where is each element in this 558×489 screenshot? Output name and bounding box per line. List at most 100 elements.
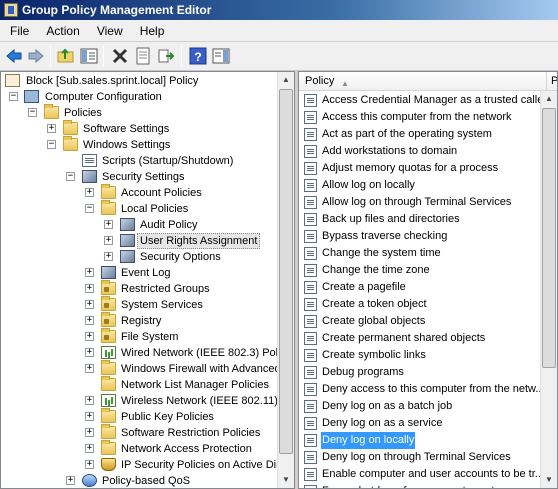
scroll-thumb[interactable] <box>542 108 556 368</box>
collapse-toggle[interactable]: − <box>47 140 56 149</box>
collapse-toggle[interactable]: − <box>66 172 75 181</box>
expand-toggle[interactable]: + <box>47 124 56 133</box>
policy-setting-icon <box>304 162 317 175</box>
scroll-up-arrow-icon[interactable]: ▲ <box>278 72 294 88</box>
policy-row[interactable]: Force shutdown from a remote systemN <box>301 483 557 488</box>
locked-folder-icon <box>101 280 116 295</box>
console-tree[interactable]: Block [Sub.sales.sprint.local] Policy − … <box>0 71 295 489</box>
expand-toggle[interactable]: + <box>85 188 94 197</box>
column-header-policy[interactable]: Policy ▲ <box>299 72 547 91</box>
tree-item-label: Account Policies <box>121 187 202 199</box>
properties-icon[interactable] <box>134 47 152 65</box>
expand-toggle[interactable]: + <box>85 444 94 453</box>
expand-toggle[interactable]: + <box>85 396 94 405</box>
expand-toggle[interactable]: + <box>85 412 94 421</box>
expand-toggle[interactable]: + <box>85 284 94 293</box>
audit-policy-icon <box>120 218 135 231</box>
tree-item-label: Security Settings <box>102 171 185 183</box>
policy-row[interactable]: Act as part of the operating systemN <box>301 126 557 143</box>
policy-row[interactable]: Debug programsN <box>301 364 557 381</box>
collapse-toggle[interactable]: − <box>9 92 18 101</box>
policy-row[interactable]: Create symbolic linksN <box>301 347 557 364</box>
security-options-icon <box>120 250 135 263</box>
list-scrollbar[interactable]: ▲ ▼ <box>540 91 557 488</box>
locked-folder-icon <box>101 328 116 343</box>
expand-toggle[interactable]: + <box>85 332 94 341</box>
list-header: Policy ▲ P <box>299 72 557 91</box>
forward-arrow-icon[interactable] <box>27 47 45 65</box>
menu-action[interactable]: Action <box>39 20 86 42</box>
policy-row[interactable]: Access Credential Manager as a trusted c… <box>301 92 557 109</box>
details-pane[interactable]: Policy ▲ P Access Credential Manager as … <box>298 71 558 489</box>
policy-row[interactable]: Deny log on through Terminal ServicesN <box>301 449 557 466</box>
toolbar-separator <box>181 46 182 66</box>
policy-row[interactable]: Change the time zoneN <box>301 262 557 279</box>
policy-row[interactable]: Deny access to this computer from the ne… <box>301 381 557 398</box>
policy-name: Create permanent shared objects <box>322 332 486 344</box>
policy-row[interactable]: Add workstations to domainN <box>301 143 557 160</box>
policy-row[interactable]: Bypass traverse checkingN <box>301 228 557 245</box>
expand-toggle[interactable]: + <box>85 428 94 437</box>
folder-icon <box>63 120 78 135</box>
tree-item-label: Local Policies <box>121 203 189 215</box>
expand-toggle[interactable]: + <box>85 268 94 277</box>
policy-row[interactable]: Deny log on locallyS <box>301 432 557 449</box>
scroll-down-arrow-icon[interactable]: ▼ <box>278 472 294 488</box>
policy-name: Deny log on as a service <box>322 417 443 429</box>
policy-row[interactable]: Allow log on through Terminal ServicesN <box>301 194 557 211</box>
tree-item-label: System Services <box>121 299 203 311</box>
menu-help[interactable]: Help <box>133 20 172 42</box>
wireless-network-icon <box>101 394 116 407</box>
policy-row[interactable]: Back up files and directoriesN <box>301 211 557 228</box>
expand-toggle[interactable]: + <box>104 236 113 245</box>
policy-name: Bypass traverse checking <box>322 230 448 242</box>
policy-row[interactable]: Access this computer from the networkN <box>301 109 557 126</box>
policy-name: Deny log on locally <box>321 432 416 449</box>
delete-icon[interactable] <box>111 47 129 65</box>
policy-row[interactable]: Deny log on as a serviceN <box>301 415 557 432</box>
export-list-icon[interactable] <box>157 47 175 65</box>
policy-row[interactable]: Create global objectsN <box>301 313 557 330</box>
show-action-pane-icon[interactable] <box>212 47 230 65</box>
collapse-toggle[interactable]: − <box>28 108 37 117</box>
scroll-down-arrow-icon[interactable]: ▼ <box>541 472 557 488</box>
tree-item-label: IP Security Policies on Active Dire <box>121 459 286 471</box>
expand-toggle[interactable]: + <box>85 364 94 373</box>
policy-setting-icon <box>304 434 317 447</box>
locked-folder-icon <box>101 296 116 311</box>
policy-row[interactable]: Enable computer and user accounts to be … <box>301 466 557 483</box>
menu-file[interactable]: File <box>3 20 36 42</box>
folder-icon <box>63 136 78 151</box>
policy-row[interactable]: Create a pagefileN <box>301 279 557 296</box>
column-header-policy-setting[interactable]: P <box>547 72 557 91</box>
expand-toggle[interactable]: + <box>85 348 94 357</box>
show-hide-tree-icon[interactable] <box>80 47 98 65</box>
policy-row[interactable]: Deny log on as a batch jobN <box>301 398 557 415</box>
policy-setting-icon <box>304 281 317 294</box>
up-folder-icon[interactable] <box>57 47 75 65</box>
menu-view[interactable]: View <box>90 20 130 42</box>
policy-row[interactable]: Create permanent shared objectsN <box>301 330 557 347</box>
policy-name: Adjust memory quotas for a process <box>322 162 499 174</box>
policy-row[interactable]: Create a token objectN <box>301 296 557 313</box>
collapse-toggle[interactable]: − <box>85 204 94 213</box>
scroll-thumb[interactable] <box>279 89 293 454</box>
expand-toggle[interactable]: + <box>85 316 94 325</box>
tree-scrollbar[interactable]: ▲ ▼ <box>277 72 294 488</box>
scroll-up-arrow-icon[interactable]: ▲ <box>541 91 557 107</box>
policy-row[interactable]: Allow log on locallyN <box>301 177 557 194</box>
expand-toggle[interactable]: + <box>104 252 113 261</box>
policy-name: Allow log on through Terminal Services <box>322 196 512 208</box>
expand-toggle[interactable]: + <box>85 460 94 469</box>
expand-toggle[interactable]: + <box>85 300 94 309</box>
policy-name: Change the time zone <box>322 264 430 276</box>
help-icon[interactable]: ? <box>189 47 207 65</box>
back-arrow-icon[interactable] <box>5 47 23 65</box>
tree-item-label: Registry <box>121 315 162 327</box>
expand-toggle[interactable]: + <box>66 476 75 485</box>
expand-toggle[interactable]: + <box>104 220 113 229</box>
policy-setting-icon <box>304 111 317 124</box>
policy-row[interactable]: Change the system timeN <box>301 245 557 262</box>
policy-name: Access this computer from the network <box>322 111 512 123</box>
policy-row[interactable]: Adjust memory quotas for a processN <box>301 160 557 177</box>
